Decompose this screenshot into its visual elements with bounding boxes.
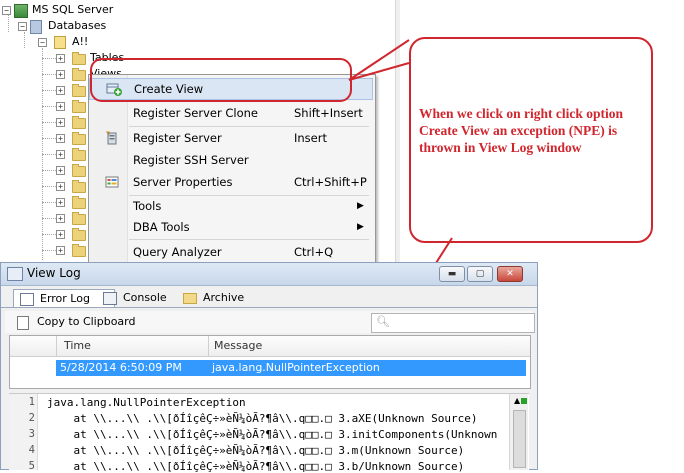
- search-input[interactable]: 🔍︎: [371, 313, 535, 333]
- status-marker: [521, 398, 527, 404]
- column-header-time[interactable]: Time: [64, 338, 91, 354]
- stack-trace-line: at \\...\\ .\\[ðÍîçêÇ÷»èÑ¼òÃ?¶â\\.q□□.□ …: [47, 428, 498, 441]
- copy-to-clipboard-button[interactable]: Copy to Clipboard: [13, 314, 135, 330]
- line-number: 2: [28, 412, 35, 424]
- tab-label: Error Log: [40, 292, 90, 305]
- stack-trace-line: at \\...\\ .\\[ðÍîçêÇ÷»èÑ¼òÃ?¶â\\.q□□.□ …: [47, 412, 478, 425]
- view-log-window: View Log ▬ ▢ ✕ Error Log Console Archive…: [0, 262, 538, 473]
- stack-trace-line: java.lang.NullPointerException: [47, 396, 246, 409]
- tab-label: Archive: [203, 291, 245, 304]
- column-divider: [56, 336, 57, 356]
- error-log-table: Time Message 5/28/2014 6:50:09 PM java.l…: [9, 335, 531, 389]
- minimize-button[interactable]: ▬: [439, 266, 465, 282]
- tab-label: Console: [123, 291, 167, 304]
- line-number: 5: [28, 460, 35, 472]
- clipboard-icon: [17, 316, 29, 330]
- column-divider: [208, 336, 209, 356]
- trace-scrollbar[interactable]: ▲: [509, 394, 528, 470]
- search-icon: 🔍︎: [376, 315, 390, 328]
- view-log-toolbar: Copy to Clipboard 🔍︎: [5, 311, 535, 333]
- view-log-icon: [7, 267, 23, 281]
- table-header: Time Message: [10, 336, 530, 357]
- row-message: java.lang.NullPointerException: [212, 361, 380, 374]
- line-number: 4: [28, 444, 35, 456]
- view-log-titlebar[interactable]: View Log ▬ ▢ ✕: [1, 263, 537, 286]
- row-time: 5/28/2014 6:50:09 PM: [60, 361, 182, 374]
- line-number: 3: [28, 428, 35, 440]
- line-number-gutter: 1 2 3 4 5: [9, 394, 38, 472]
- tab-archive[interactable]: Archive: [177, 289, 273, 307]
- tab-strip-border: [1, 307, 537, 308]
- scroll-thumb[interactable]: [513, 410, 526, 468]
- window-title: View Log: [27, 266, 81, 280]
- scroll-up-icon[interactable]: ▲: [514, 396, 520, 405]
- archive-folder-icon: [183, 293, 197, 304]
- stack-trace-view[interactable]: 1 2 3 4 5 java.lang.NullPointerException at …: [9, 393, 529, 473]
- table-row[interactable]: 5/28/2014 6:50:09 PM java.lang.NullPoint…: [56, 360, 526, 376]
- close-button[interactable]: ✕: [497, 266, 523, 282]
- maximize-button[interactable]: ▢: [467, 266, 493, 282]
- console-icon: [103, 292, 117, 305]
- error-log-icon: [20, 293, 34, 306]
- column-header-message[interactable]: Message: [214, 338, 262, 354]
- line-number: 1: [28, 396, 35, 408]
- copy-label: Copy to Clipboard: [37, 315, 136, 328]
- stack-trace-line: at \\...\\ .\\[ðÍîçêÇ÷»èÑ¼òÃ?¶â\\.q□□.□ …: [47, 460, 465, 473]
- stack-trace-line: at \\...\\ .\\[ðÍîçêÇ÷»èÑ¼òÃ?¶â\\.q□□.□ …: [47, 444, 465, 457]
